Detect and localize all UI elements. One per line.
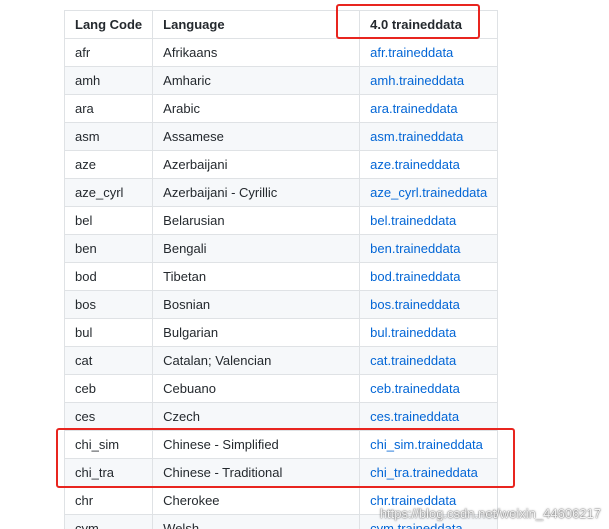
table-row: asm Assamese asm.traineddata	[63, 122, 499, 151]
table-row: bel Belarusian bel.traineddata	[63, 206, 499, 235]
traineddata-cell: ben.traineddata	[359, 234, 499, 263]
traineddata-cell: afr.traineddata	[359, 38, 499, 67]
header-traineddata: 4.0 traineddata	[359, 10, 499, 39]
lang-code-cell: chi_tra	[63, 458, 154, 487]
traineddata-link[interactable]: amh.traineddata	[370, 73, 464, 88]
language-cell: Arabic	[152, 94, 361, 123]
table-row: ben Bengali ben.traineddata	[63, 234, 499, 263]
table-row: bod Tibetan bod.traineddata	[63, 262, 499, 291]
traineddata-cell: chi_tra.traineddata	[359, 458, 499, 487]
language-cell: Afrikaans	[152, 38, 361, 67]
language-cell: Assamese	[152, 122, 361, 151]
lang-code-cell: aze	[63, 150, 154, 179]
table-row: afr Afrikaans afr.traineddata	[63, 38, 499, 67]
language-table: Lang Code Language 4.0 traineddata afr A…	[63, 10, 499, 529]
language-cell: Welsh	[152, 514, 361, 529]
language-cell: Cebuano	[152, 374, 361, 403]
language-cell: Czech	[152, 402, 361, 431]
header-lang-code: Lang Code	[63, 10, 154, 39]
traineddata-link[interactable]: aze_cyrl.traineddata	[370, 185, 487, 200]
traineddata-cell: aze.traineddata	[359, 150, 499, 179]
table-row: aze Azerbaijani aze.traineddata	[63, 150, 499, 179]
language-cell: Bengali	[152, 234, 361, 263]
table-row: chi_sim Chinese - Simplified chi_sim.tra…	[63, 430, 499, 459]
table-row: bul Bulgarian bul.traineddata	[63, 318, 499, 347]
traineddata-link[interactable]: ces.traineddata	[370, 409, 459, 424]
lang-code-cell: ces	[63, 402, 154, 431]
traineddata-link[interactable]: bod.traineddata	[370, 269, 460, 284]
lang-code-cell: aze_cyrl	[63, 178, 154, 207]
traineddata-cell: bod.traineddata	[359, 262, 499, 291]
language-cell: Tibetan	[152, 262, 361, 291]
lang-code-cell: chi_sim	[63, 430, 154, 459]
traineddata-cell: cat.traineddata	[359, 346, 499, 375]
lang-code-cell: asm	[63, 122, 154, 151]
lang-code-cell: cat	[63, 346, 154, 375]
lang-code-cell: cym	[63, 514, 154, 529]
lang-code-cell: afr	[63, 38, 154, 67]
lang-code-cell: bos	[63, 290, 154, 319]
traineddata-link[interactable]: chi_sim.traineddata	[370, 437, 483, 452]
lang-code-cell: bul	[63, 318, 154, 347]
language-cell: Belarusian	[152, 206, 361, 235]
table-body: afr Afrikaans afr.traineddata amh Amhari…	[63, 38, 499, 529]
language-cell: Catalan; Valencian	[152, 346, 361, 375]
language-cell: Chinese - Traditional	[152, 458, 361, 487]
traineddata-cell: amh.traineddata	[359, 66, 499, 95]
language-cell: Azerbaijani - Cyrillic	[152, 178, 361, 207]
traineddata-link[interactable]: chi_tra.traineddata	[370, 465, 478, 480]
traineddata-link[interactable]: cat.traineddata	[370, 353, 456, 368]
language-cell: Chinese - Simplified	[152, 430, 361, 459]
language-cell: Cherokee	[152, 486, 361, 515]
table-row: cat Catalan; Valencian cat.traineddata	[63, 346, 499, 375]
traineddata-link[interactable]: bos.traineddata	[370, 297, 460, 312]
lang-code-cell: ceb	[63, 374, 154, 403]
language-cell: Bulgarian	[152, 318, 361, 347]
traineddata-link[interactable]: ceb.traineddata	[370, 381, 460, 396]
table-row: amh Amharic amh.traineddata	[63, 66, 499, 95]
page: Lang Code Language 4.0 traineddata afr A…	[0, 0, 609, 529]
traineddata-cell: bul.traineddata	[359, 318, 499, 347]
traineddata-link[interactable]: aze.traineddata	[370, 157, 460, 172]
lang-code-cell: ara	[63, 94, 154, 123]
table-row: aze_cyrl Azerbaijani - Cyrillic aze_cyrl…	[63, 178, 499, 207]
traineddata-link[interactable]: ben.traineddata	[370, 241, 460, 256]
traineddata-link[interactable]: ara.traineddata	[370, 101, 457, 116]
table-row: ara Arabic ara.traineddata	[63, 94, 499, 123]
lang-code-cell: ben	[63, 234, 154, 263]
traineddata-link[interactable]: bel.traineddata	[370, 213, 456, 228]
traineddata-link[interactable]: bul.traineddata	[370, 325, 456, 340]
language-cell: Azerbaijani	[152, 150, 361, 179]
traineddata-link[interactable]: cym.traineddata	[370, 521, 463, 529]
table-header-row: Lang Code Language 4.0 traineddata	[63, 10, 499, 39]
traineddata-cell: aze_cyrl.traineddata	[359, 178, 499, 207]
traineddata-link[interactable]: afr.traineddata	[370, 45, 453, 60]
watermark: https://blog.csdn.net/weixin_44606217	[379, 506, 601, 521]
traineddata-cell: ceb.traineddata	[359, 374, 499, 403]
table-row: bos Bosnian bos.traineddata	[63, 290, 499, 319]
traineddata-cell: chi_sim.traineddata	[359, 430, 499, 459]
traineddata-link[interactable]: asm.traineddata	[370, 129, 463, 144]
table-row: ces Czech ces.traineddata	[63, 402, 499, 431]
lang-code-cell: bel	[63, 206, 154, 235]
lang-code-cell: bod	[63, 262, 154, 291]
lang-code-cell: chr	[63, 486, 154, 515]
language-cell: Amharic	[152, 66, 361, 95]
table-row: chi_tra Chinese - Traditional chi_tra.tr…	[63, 458, 499, 487]
language-cell: Bosnian	[152, 290, 361, 319]
traineddata-cell: asm.traineddata	[359, 122, 499, 151]
header-language: Language	[152, 10, 361, 39]
lang-code-cell: amh	[63, 66, 154, 95]
traineddata-cell: bel.traineddata	[359, 206, 499, 235]
traineddata-cell: ces.traineddata	[359, 402, 499, 431]
traineddata-cell: bos.traineddata	[359, 290, 499, 319]
table-row: ceb Cebuano ceb.traineddata	[63, 374, 499, 403]
traineddata-cell: ara.traineddata	[359, 94, 499, 123]
